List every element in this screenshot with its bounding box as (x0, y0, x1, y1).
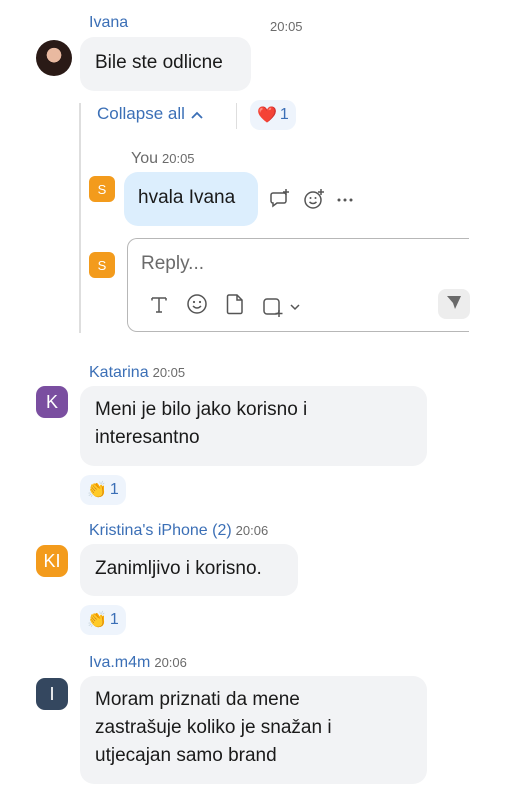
add-reaction-icon[interactable] (303, 188, 325, 210)
reaction-clap[interactable]: 👏 1 (80, 605, 126, 635)
message-time: 20:06 (154, 655, 187, 670)
sender-name: You (131, 150, 158, 167)
message-time: 20:05 (162, 151, 195, 166)
message-header: Kristina's iPhone (2) 20:06 (89, 522, 268, 540)
clapping-hands-icon: 👏 (87, 482, 107, 499)
thread-line (79, 103, 81, 333)
message-time: 20:05 (152, 365, 186, 380)
message-header: Iva.m4m 20:06 (89, 654, 187, 672)
reply-in-thread-icon[interactable] (269, 188, 291, 210)
message-text: Zanimljivo i korisno. (95, 558, 262, 579)
message-text-line: utjecajan samo brand (95, 745, 277, 766)
reaction-count: 1 (109, 481, 119, 498)
send-button[interactable] (438, 289, 470, 319)
sender-name[interactable]: Ivana (89, 14, 128, 32)
divider (236, 103, 237, 129)
avatar[interactable]: K (36, 386, 68, 418)
file-icon[interactable] (226, 293, 244, 320)
reply-input[interactable]: Reply... (141, 253, 461, 275)
reply-composer: Reply... (127, 238, 470, 332)
message-text-line: Moram priznati da mene (95, 689, 300, 710)
message-time: 20:06 (235, 523, 269, 538)
chevron-down-icon[interactable] (290, 298, 300, 316)
avatar[interactable]: I (36, 678, 68, 710)
message-bubble[interactable]: Zanimljivo i korisno. (80, 544, 298, 596)
message-header: You 20:05 (131, 150, 195, 168)
reaction-heart[interactable]: ❤️ 1 (250, 100, 296, 130)
chevron-up-icon (191, 104, 203, 124)
avatar[interactable]: S (89, 176, 115, 202)
text-format-icon[interactable] (150, 294, 168, 319)
avatar-initials: S (97, 181, 107, 197)
avatar[interactable] (36, 40, 72, 76)
message-bubble[interactable]: Meni je bilo jako korisno i interesantno (80, 386, 427, 466)
send-icon (446, 294, 462, 315)
avatar-initials: KI (43, 550, 61, 571)
screenshot-icon[interactable] (262, 296, 300, 318)
collapse-all-button[interactable]: Collapse all (97, 104, 203, 124)
message-text-line: interesantno (95, 427, 200, 448)
sender-name[interactable]: Iva.m4m (89, 654, 150, 672)
heart-icon: ❤️ (257, 107, 277, 124)
message-text: hvala Ivana (138, 187, 236, 208)
reaction-clap[interactable]: 👏 1 (80, 475, 126, 505)
avatar[interactable]: S (89, 252, 115, 278)
message-header: Katarina 20:05 (89, 364, 185, 382)
avatar-initials: K (45, 391, 58, 412)
message-header: Ivana (89, 14, 128, 32)
reaction-count: 1 (109, 611, 119, 628)
message-bubble[interactable]: hvala Ivana (124, 172, 258, 226)
message-bubble[interactable]: Moram priznati da mene zastrašuje koliko… (80, 676, 427, 784)
message-actions (269, 188, 353, 210)
sender-name[interactable]: Kristina's iPhone (2) (89, 522, 232, 540)
message-bubble[interactable]: Bile ste odlicne (80, 37, 251, 91)
message-time: 20:05 (270, 19, 303, 34)
avatar-initials: S (97, 257, 107, 273)
avatar[interactable]: KI (36, 545, 68, 577)
reaction-count: 1 (279, 106, 289, 123)
collapse-all-label: Collapse all (97, 104, 185, 123)
message-text: Bile ste odlicne (95, 52, 223, 73)
avatar-initials: I (49, 683, 55, 704)
clapping-hands-icon: 👏 (87, 612, 107, 629)
more-options-icon[interactable] (337, 188, 353, 210)
emoji-icon[interactable] (186, 293, 208, 320)
message-text-line: Meni je bilo jako korisno i (95, 399, 308, 420)
message-text-line: zastrašuje koliko je snažan i (95, 717, 332, 738)
composer-toolbar (150, 293, 300, 320)
sender-name[interactable]: Katarina (89, 364, 149, 382)
